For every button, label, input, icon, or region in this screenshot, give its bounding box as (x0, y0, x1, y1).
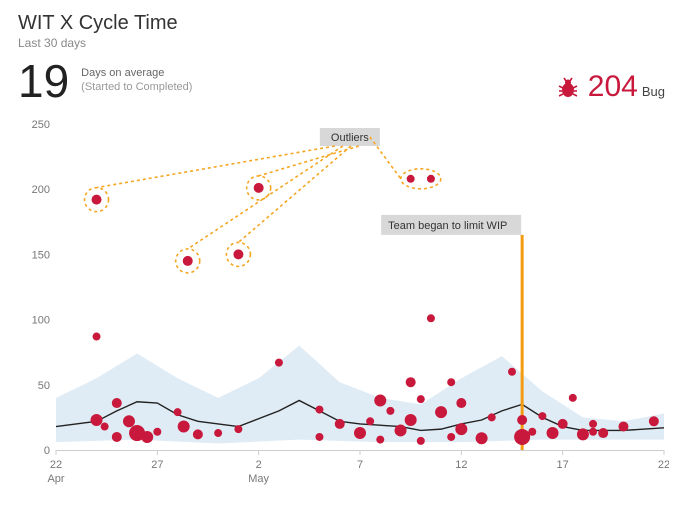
svg-text:2: 2 (256, 459, 262, 471)
svg-text:250: 250 (32, 120, 50, 131)
svg-text:100: 100 (32, 315, 50, 327)
svg-text:27: 27 (151, 459, 163, 471)
svg-text:22: 22 (50, 459, 62, 471)
svg-text:150: 150 (32, 249, 50, 261)
widget-subtitle: Last 30 days (18, 36, 665, 50)
svg-text:22: 22 (658, 459, 669, 471)
average-value: 19 (18, 58, 69, 104)
cycle-time-chart[interactable]: 0 50 100 150 200 250 22 Apr 27 2 May 7 12 17 22 Team be… (18, 120, 669, 500)
bug-icon (556, 76, 580, 105)
svg-text:50: 50 (38, 380, 50, 392)
widget-title: WIT X Cycle Time (18, 12, 665, 34)
svg-text:Team began to limit WIP: Team began to limit WIP (388, 220, 507, 232)
svg-text:0: 0 (44, 445, 50, 457)
bug-count-label: Bug (642, 84, 665, 99)
average-label-line1: Days on average (81, 66, 192, 80)
svg-text:17: 17 (557, 459, 569, 471)
bug-count-block[interactable]: 204 Bug (556, 72, 665, 102)
average-block: 19 Days on average (Started to Completed… (18, 58, 192, 104)
svg-text:Outliers: Outliers (331, 132, 369, 144)
svg-text:200: 200 (32, 184, 50, 196)
average-label: Days on average (Started to Completed) (81, 66, 192, 95)
header-row: 19 Days on average (Started to Completed… (18, 58, 665, 104)
svg-text:7: 7 (357, 459, 363, 471)
average-label-line2: (Started to Completed) (81, 80, 192, 94)
bug-count-value: 204 (588, 72, 638, 102)
svg-text:Apr: Apr (47, 473, 64, 485)
svg-text:12: 12 (455, 459, 467, 471)
cycle-time-widget: WIT X Cycle Time Last 30 days 19 Days on… (0, 0, 683, 512)
svg-text:May: May (248, 473, 269, 485)
